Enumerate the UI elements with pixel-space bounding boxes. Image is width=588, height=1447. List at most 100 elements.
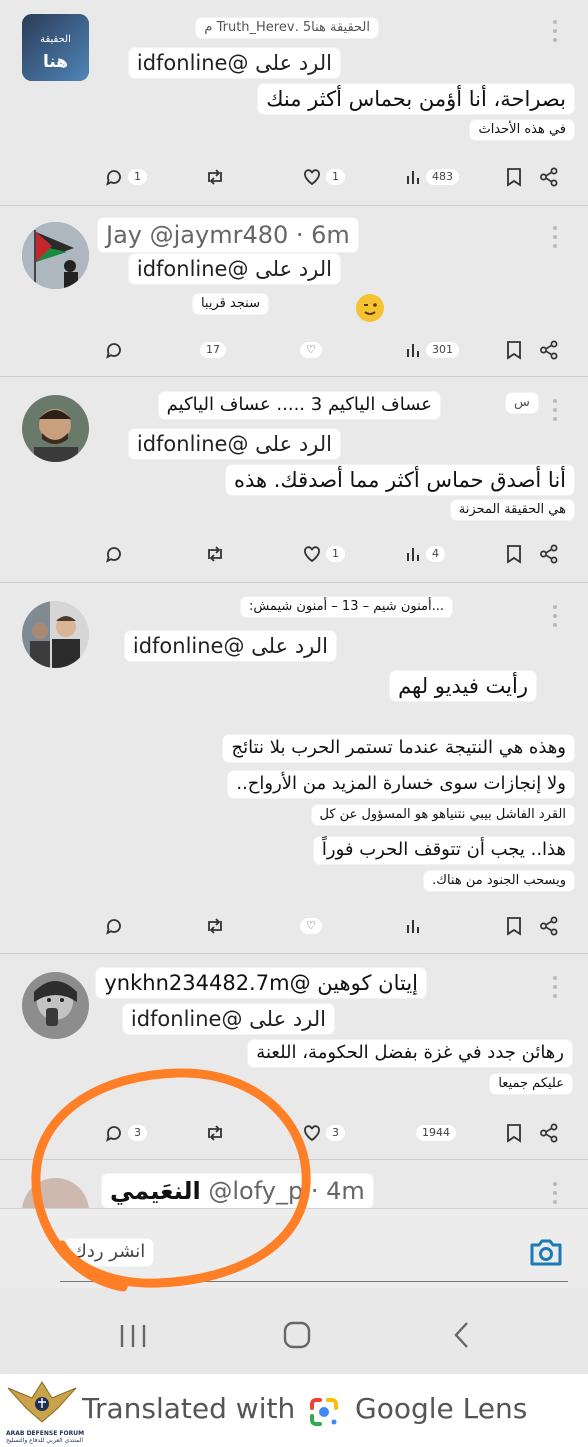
avatar-text-bottom: هنا	[42, 52, 69, 72]
post[interactable]: إيتان كوهين @ynkhn234482.7m الرد على @id…	[0, 954, 588, 1159]
watermark-text: Translated with	[82, 1392, 296, 1425]
reply-to[interactable]: الرد على @idfonline	[122, 1004, 334, 1035]
avatar[interactable]	[22, 601, 89, 668]
reply-button[interactable]	[104, 539, 124, 569]
more-icon[interactable]	[552, 399, 558, 421]
reply-to[interactable]: الرد على @idfonline	[124, 631, 336, 662]
like-icon	[302, 167, 322, 187]
home-icon[interactable]	[282, 1320, 312, 1354]
retweet-button[interactable]	[204, 162, 226, 192]
post[interactable]: Jay @jaymr480 · 6m الرد على @idfonline س…	[0, 206, 588, 376]
post-header: إيتان كوهين @ynkhn234482.7m	[96, 968, 426, 999]
share-icon	[539, 167, 559, 187]
reply-button[interactable]: 1	[104, 162, 147, 192]
views-button[interactable]: 301	[404, 335, 459, 365]
views-button[interactable]	[404, 911, 422, 941]
reply-icon	[104, 916, 124, 936]
avatar[interactable]	[22, 1178, 89, 1208]
views-icon	[404, 167, 422, 187]
retweet-button[interactable]: 17	[200, 335, 226, 365]
action-bar: 3 3 1944	[0, 1118, 588, 1148]
retweet-icon	[204, 167, 226, 187]
like-button[interactable]: ♡	[300, 911, 322, 941]
reply-to[interactable]: الرد على @idfonline	[128, 429, 340, 460]
google-lens-icon	[306, 1394, 342, 1434]
action-bar: ♡	[0, 911, 588, 941]
reply-count: 1	[128, 169, 147, 185]
retweet-button[interactable]	[204, 539, 226, 569]
views-count: 301	[426, 342, 459, 358]
reply-icon	[104, 167, 124, 187]
like-icon	[302, 544, 322, 564]
post-header: النعَيمي @lofy_p · 4m	[102, 1174, 373, 1208]
post-text-line: عليكم جميعا	[490, 1074, 572, 1095]
share-button[interactable]	[539, 335, 559, 365]
post-text-line: ويسحب الجنود من هناك.	[424, 871, 574, 892]
views-count: 4	[426, 546, 445, 562]
share-icon	[539, 340, 559, 360]
logo-subtitle: المنتدى العربي للدفاع والتسليح	[6, 1437, 83, 1444]
reply-button[interactable]	[104, 911, 124, 941]
avatar[interactable]	[22, 395, 89, 462]
more-icon[interactable]	[552, 1182, 558, 1204]
reply-button[interactable]: 3	[104, 1118, 147, 1148]
share-icon	[539, 544, 559, 564]
back-icon[interactable]	[452, 1320, 472, 1354]
post[interactable]: النعَيمي @lofy_p · 4m	[0, 1160, 588, 1208]
share-button[interactable]	[539, 911, 559, 941]
post-text-line: بصراحة، أنا أؤمن بحماس أكثر منك	[258, 84, 574, 115]
views-button[interactable]: 1944	[416, 1118, 456, 1148]
bookmark-button[interactable]	[505, 911, 523, 941]
post-text-line: القرد الفاشل بيبي نتنياهو هو المسؤول عن …	[311, 805, 574, 826]
reply-to[interactable]: الرد على @idfonline	[128, 48, 340, 79]
retweet-button[interactable]	[204, 1118, 226, 1148]
like-button[interactable]: 1	[302, 539, 345, 569]
share-icon	[539, 1123, 559, 1143]
reply-input[interactable]: انشر ردك	[64, 1239, 154, 1266]
reply-button[interactable]	[104, 335, 124, 365]
share-button[interactable]	[539, 162, 559, 192]
system-navbar	[0, 1290, 588, 1374]
retweet-button[interactable]	[204, 911, 226, 941]
avatar[interactable]	[22, 222, 89, 289]
author-handle: @lofy_p · 4m	[208, 1177, 365, 1205]
more-icon[interactable]	[552, 20, 558, 42]
share-button[interactable]	[539, 539, 559, 569]
more-icon[interactable]	[552, 226, 558, 248]
action-bar: 17 ♡ 301	[0, 335, 588, 365]
reply-to[interactable]: الرد على @idfonline	[128, 254, 340, 285]
recents-icon[interactable]	[118, 1322, 148, 1354]
action-bar: 1 1 483	[0, 162, 588, 192]
post-text-line: رهائن جدد في غزة بفضل الحكومة، اللعنة	[248, 1040, 572, 1067]
bookmark-button[interactable]	[505, 1118, 523, 1148]
bookmark-button[interactable]	[505, 162, 523, 192]
post[interactable]: ...أمنون شيم – 13 – أمنون شيمش: الرد على…	[0, 583, 588, 953]
post[interactable]: الحقيقة هنا الحقيقة هنا5 .Truth_Herev م …	[0, 0, 588, 205]
bookmark-button[interactable]	[505, 335, 523, 365]
like-icon: ♡	[300, 918, 322, 934]
views-button[interactable]: 483	[404, 162, 459, 192]
post-header: ...أمنون شيم – 13 – أمنون شيمش:	[240, 597, 452, 618]
more-icon[interactable]	[552, 976, 558, 998]
bookmark-icon	[505, 916, 523, 936]
camera-icon[interactable]	[528, 1237, 564, 1271]
post-text-line: ولا إنجازات سوى خسارة المزيد من الأرواح.…	[228, 771, 574, 798]
post-text-line: أنا أصدق حماس أكثر مما أصدقك. هذه	[225, 465, 574, 496]
like-button[interactable]: 3	[302, 1118, 345, 1148]
post-text-line: هذا.. يجب أن تتوقف الحرب فوراً	[313, 837, 574, 864]
like-button[interactable]: 1	[302, 162, 345, 192]
avatar[interactable]: الحقيقة هنا	[22, 14, 89, 81]
like-button[interactable]: ♡	[300, 335, 322, 365]
more-icon[interactable]	[552, 605, 558, 627]
post[interactable]: س عساف الياكيم 3 ..... عساف الياكيم الرد…	[0, 377, 588, 582]
watermark-brand: Google Lens	[355, 1392, 528, 1425]
post-header: الحقيقة هنا5 .Truth_Herev م	[196, 18, 378, 39]
views-count: 1944	[416, 1125, 456, 1141]
post-text-line: وهذه هي النتيجة عندما تستمر الحرب بلا نت…	[223, 735, 574, 762]
share-button[interactable]	[539, 1118, 559, 1148]
views-button[interactable]: 4	[404, 539, 445, 569]
bookmark-button[interactable]	[505, 539, 523, 569]
header-badge: س	[506, 393, 538, 414]
avatar[interactable]	[22, 972, 89, 1039]
bookmark-icon	[505, 167, 523, 187]
